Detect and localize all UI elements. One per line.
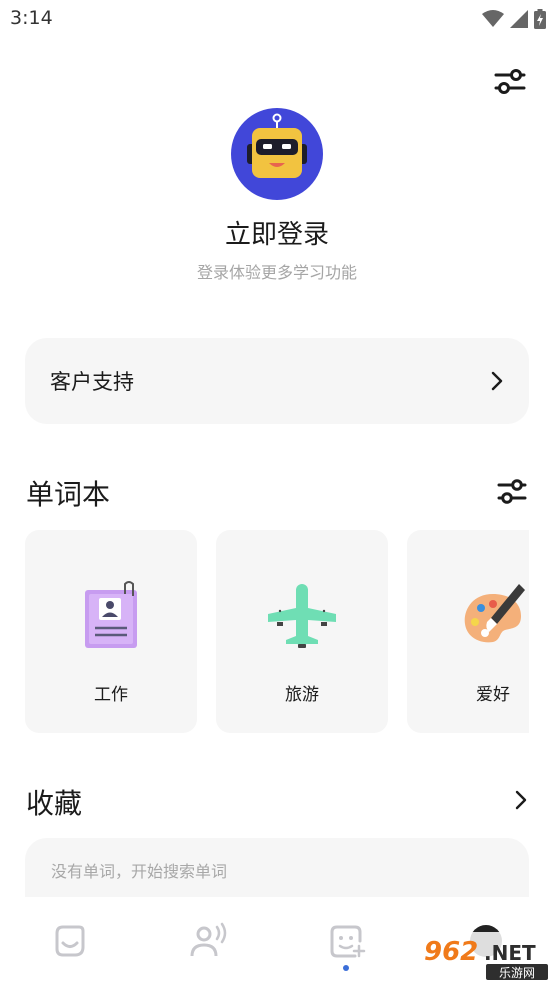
chevron-right-icon	[491, 371, 503, 391]
wordbook-card-work[interactable]: 工作	[25, 530, 197, 733]
wordbook-card-hobby[interactable]: 爱好	[407, 530, 529, 733]
wordbook-card-travel[interactable]: 旅游	[216, 530, 388, 733]
avatar[interactable]	[231, 108, 323, 200]
wifi-icon	[482, 10, 504, 27]
svg-text:.NET: .NET	[484, 941, 536, 965]
palette-icon	[464, 584, 525, 643]
speaking-icon[interactable]	[188, 921, 228, 961]
airplane-icon	[268, 584, 336, 648]
svg-text:乐游网: 乐游网	[499, 966, 535, 980]
wordbook-icon[interactable]	[327, 921, 367, 961]
login-subtitle: 登录体验更多学习功能	[196, 263, 357, 282]
login-title[interactable]: 立即登录	[0, 214, 554, 251]
wordbook-title: 单词本	[26, 478, 111, 511]
wordbook-card-label: 旅游	[285, 685, 319, 705]
wordbook-settings-icon[interactable]	[496, 475, 528, 507]
wordbook-cards: 工作 旅游 爱好	[25, 530, 529, 734]
favorites-empty-text: 没有单词，开始搜索单词	[51, 862, 228, 881]
watermark-logo: 962 .NET 乐游网	[416, 932, 554, 980]
id-card-icon	[85, 581, 137, 648]
settings-sliders-icon[interactable]	[493, 64, 527, 98]
robot-avatar-icon	[247, 113, 307, 178]
status-icons	[482, 8, 546, 30]
battery-charging-icon	[534, 9, 546, 29]
wordbook-card-label: 爱好	[476, 685, 510, 705]
signal-icon	[510, 10, 528, 28]
svg-text:962: 962	[424, 937, 478, 967]
home-face-icon[interactable]	[49, 921, 89, 961]
favorites-title[interactable]: 收藏	[26, 782, 82, 822]
status-time: 3:14	[10, 7, 53, 29]
wordbook-card-label: 工作	[94, 685, 128, 705]
customer-support-label: 客户支持	[50, 370, 134, 394]
favorites-chevron-right-icon[interactable]	[515, 790, 527, 810]
customer-support-row[interactable]: 客户支持	[25, 338, 529, 424]
active-tab-indicator	[343, 965, 349, 971]
status-bar: 3:14	[0, 0, 554, 38]
